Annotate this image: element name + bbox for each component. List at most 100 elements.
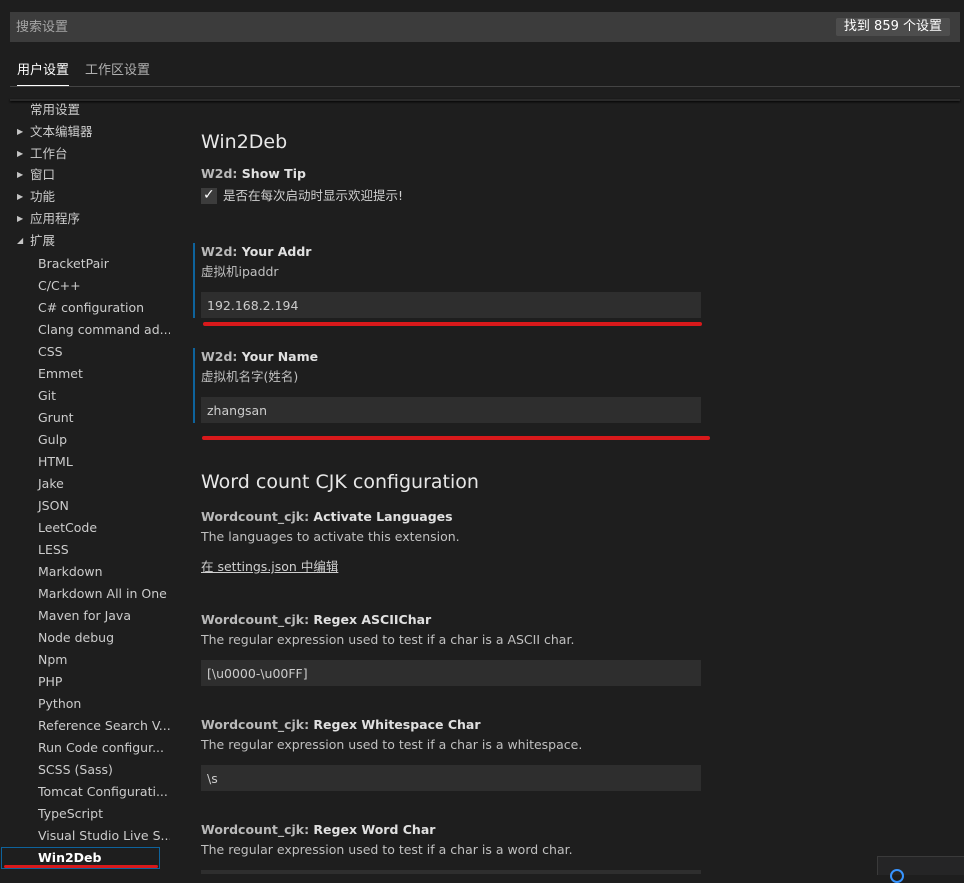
toc-ext-label: Python xyxy=(38,696,82,711)
toc-ext-label: Run Code configur... xyxy=(38,740,165,755)
toc-ext-label: SCSS (Sass) xyxy=(38,762,113,777)
toc-ext-label: BracketPair xyxy=(38,256,109,271)
toc-ext-label: TypeScript xyxy=(38,806,103,821)
toc-ext-item[interactable]: Npm xyxy=(0,649,170,671)
setting-name: Regex ASCIIChar xyxy=(313,612,432,627)
toc-ext-label: Emmet xyxy=(38,366,83,381)
edit-in-settings-json-link[interactable]: 在 settings.json 中编辑 xyxy=(201,556,338,575)
toc-ext-item[interactable]: Clang command ad... xyxy=(0,319,170,341)
toc-item-label: 应用程序 xyxy=(30,211,81,226)
toc-ext-item[interactable]: Tomcat Configurati... xyxy=(0,781,170,803)
toc-ext-item[interactable]: CSS xyxy=(0,341,170,363)
settings-search-input[interactable] xyxy=(10,12,830,42)
toc-item-window[interactable]: ▶ 窗口 xyxy=(0,164,170,186)
setting-show-tip: W2d: Show Tip ✓ 是否在每次启动时显示欢迎提示! xyxy=(201,165,901,207)
chevron-right-icon: ▶ xyxy=(17,192,24,201)
toc-item-commonly-used[interactable]: 常用设置 xyxy=(0,99,170,121)
toc-ext-item[interactable]: Emmet xyxy=(0,363,170,385)
toc-ext-label: Markdown All in One xyxy=(38,586,167,601)
toc-ext-item[interactable]: SCSS (Sass) xyxy=(0,759,170,781)
toc-ext-label: C# configuration xyxy=(38,300,145,315)
tab-user-settings[interactable]: 用户设置 xyxy=(17,60,70,86)
toc-item-text-editor[interactable]: ▶ 文本编辑器 xyxy=(0,121,170,143)
toc-ext-item[interactable]: Python xyxy=(0,693,170,715)
toc-item-features[interactable]: ▶ 功能 xyxy=(0,186,170,208)
annotation-underline-addr xyxy=(203,322,702,326)
toc-ext-label: Tomcat Configurati... xyxy=(38,784,168,799)
toc-ext-label: Markdown xyxy=(38,564,103,579)
setting-description: The languages to activate this extension… xyxy=(201,529,460,544)
toc-ext-item[interactable]: Grunt xyxy=(0,407,170,429)
toc-ext-item[interactable]: HTML xyxy=(0,451,170,473)
toc-ext-item[interactable]: Gulp xyxy=(0,429,170,451)
toc-ext-label: PHP xyxy=(38,674,63,689)
setting-description: The regular expression used to test if a… xyxy=(201,632,575,647)
setting-title: Wordcount_cjk: Regex ASCIIChar xyxy=(201,611,901,629)
toc-ext-item[interactable]: JSON xyxy=(0,495,170,517)
toc-ext-label: Visual Studio Live S... xyxy=(38,828,170,843)
toc-ext-label: Reference Search V... xyxy=(38,718,170,733)
setting-category: Wordcount_cjk: xyxy=(201,717,314,732)
setting-regex-word: Wordcount_cjk: Regex Word Char The regul… xyxy=(201,821,901,874)
toc-ext-item[interactable]: TypeScript xyxy=(0,803,170,825)
setting-title: Wordcount_cjk: Regex Whitespace Char xyxy=(201,716,901,734)
regex-whitespace-input[interactable] xyxy=(201,765,701,791)
toc-ext-item[interactable]: Node debug xyxy=(0,627,170,649)
toc-ext-item[interactable]: BracketPair xyxy=(0,253,170,275)
toc-ext-item[interactable]: Markdown xyxy=(0,561,170,583)
your-addr-input[interactable] xyxy=(201,292,701,318)
setting-name: Regex Word Char xyxy=(313,822,436,837)
toc-ext-item[interactable]: Visual Studio Live S... xyxy=(0,825,170,847)
setting-category: Wordcount_cjk: xyxy=(201,509,314,524)
setting-name: Show Tip xyxy=(241,166,306,181)
info-icon xyxy=(890,869,904,883)
toc-ext-label: Node debug xyxy=(38,630,115,645)
toc-ext-item[interactable]: Maven for Java xyxy=(0,605,170,627)
toc-ext-label: Jake xyxy=(38,476,64,491)
toc-ext-item[interactable]: LeetCode xyxy=(0,517,170,539)
toc-item-label: 文本编辑器 xyxy=(30,124,93,139)
setting-name: Your Addr xyxy=(241,244,312,259)
section-title-win2deb: Win2Deb xyxy=(201,131,288,153)
chevron-right-icon: ▶ xyxy=(17,149,24,158)
toc-item-extensions[interactable]: ◢ 扩展 xyxy=(0,230,170,252)
setting-regex-whitespace: Wordcount_cjk: Regex Whitespace Char The… xyxy=(201,716,901,791)
setting-description: The regular expression used to test if a… xyxy=(201,842,573,857)
toc-ext-item[interactable]: Jake xyxy=(0,473,170,495)
toc-item-label: 窗口 xyxy=(30,167,56,182)
chevron-down-icon: ◢ xyxy=(17,236,24,245)
toc-ext-item[interactable]: C# configuration xyxy=(0,297,170,319)
section-title-wordcount: Word count CJK configuration xyxy=(201,471,479,493)
toc-ext-label: Git xyxy=(38,388,57,403)
toc-ext-item[interactable]: Git xyxy=(0,385,170,407)
chevron-right-icon: ▶ xyxy=(17,127,24,136)
chevron-right-icon: ▶ xyxy=(17,214,24,223)
setting-category: W2d: xyxy=(201,166,242,181)
regex-ascii-input[interactable] xyxy=(201,660,701,686)
toc-ext-item[interactable]: C/C++ xyxy=(0,275,170,297)
setting-name: Your Name xyxy=(241,349,319,364)
toc-ext-item[interactable]: Reference Search V... xyxy=(0,715,170,737)
toc-ext-item[interactable]: LESS xyxy=(0,539,170,561)
toc-ext-item[interactable]: PHP xyxy=(0,671,170,693)
toc-item-workbench[interactable]: ▶ 工作台 xyxy=(0,143,170,165)
toc-ext-item[interactable]: Run Code configur... xyxy=(0,737,170,759)
your-name-input[interactable] xyxy=(201,397,701,423)
setting-category: W2d: xyxy=(201,244,242,259)
setting-title: W2d: Your Addr xyxy=(201,243,901,261)
settings-editor: Win2Deb W2d: Show Tip ✓ 是否在每次启动时显示欢迎提示! W… xyxy=(180,101,960,874)
tab-workspace-settings[interactable]: 工作区设置 xyxy=(85,60,150,82)
show-tip-checkbox[interactable]: ✓ xyxy=(201,187,217,204)
toc-item-label: 功能 xyxy=(30,189,56,204)
check-icon: ✓ xyxy=(203,187,215,203)
notification-toast[interactable] xyxy=(877,856,964,883)
toc-ext-item[interactable]: Markdown All in One xyxy=(0,583,170,605)
setting-title: W2d: Your Name xyxy=(201,348,901,366)
checkbox-row: ✓ 是否在每次启动时显示欢迎提示! xyxy=(201,185,901,207)
toc-item-application[interactable]: ▶ 应用程序 xyxy=(0,208,170,230)
setting-your-name: W2d: Your Name 虚拟机名字(姓名) xyxy=(193,348,901,423)
toc-ext-label: CSS xyxy=(38,344,63,359)
setting-regex-ascii: Wordcount_cjk: Regex ASCIIChar The regul… xyxy=(201,611,901,686)
regex-word-input[interactable] xyxy=(201,870,701,874)
toc-item-label: 工作台 xyxy=(30,146,68,161)
